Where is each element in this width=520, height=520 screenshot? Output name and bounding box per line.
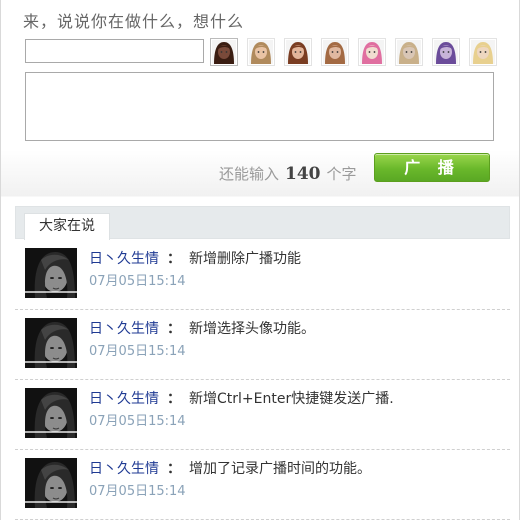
feed-tab-bar: 大家在说: [15, 206, 510, 240]
user-avatar[interactable]: [25, 388, 77, 438]
avatar-option-3[interactable]: [284, 38, 312, 66]
feed-message: 新增删除广播功能: [189, 251, 301, 267]
portrait-icon: [286, 40, 310, 64]
message-textarea[interactable]: [25, 72, 494, 141]
portrait-icon: [25, 388, 77, 438]
feed-separator: ：: [167, 321, 181, 337]
avatar-option-2[interactable]: [247, 38, 275, 66]
user-avatar[interactable]: [25, 248, 77, 298]
feed-timestamp: 07月05日15:14: [89, 484, 186, 499]
feed-item: 日丶久生情 ： 新增删除广播功能 07月05日15:14: [15, 240, 510, 310]
feed-list: 日丶久生情：新增删除广播功能 07月05日15:14 日丶久生情：新增选择头像功能。…: [15, 240, 510, 520]
user-avatar[interactable]: [25, 318, 77, 368]
counter-prefix: 还能输入: [219, 165, 280, 183]
feed-line: 日丶久生情 ： 新增删除广播功能: [89, 248, 301, 268]
name-input[interactable]: [25, 39, 204, 63]
feed-username[interactable]: 日丶久生情: [89, 251, 159, 267]
portrait-icon: [360, 40, 384, 64]
feed-separator: ：: [167, 391, 181, 407]
feed-timestamp: 07月05日15:14: [89, 274, 186, 289]
avatar-option-8[interactable]: [469, 38, 497, 66]
counter-value: 140: [285, 164, 321, 184]
feed-username[interactable]: 日丶久生情: [89, 461, 159, 477]
portrait-icon: [434, 40, 458, 64]
avatar-option-6[interactable]: [395, 38, 423, 66]
counter-suffix: 个字: [326, 165, 357, 183]
portrait-icon: [471, 40, 495, 64]
compose-prompt: 来，说说你在做什么，想什么: [23, 12, 245, 31]
avatar-option-7[interactable]: [432, 38, 460, 66]
feed-item: 日丶久生情 ： 增加了记录广播时间的功能。 07月05日15:14: [15, 450, 510, 520]
feed-item: 日丶久生情 ： 新增Ctrl+Enter快捷键发送广播. 07月05日15:14: [15, 380, 510, 450]
feed-username[interactable]: 日丶久生情: [89, 321, 159, 337]
portrait-icon: [323, 40, 347, 64]
portrait-icon: [25, 248, 77, 298]
portrait-icon: [249, 40, 273, 64]
feed-message: 新增选择头像功能。: [189, 321, 315, 337]
feed-timestamp: 07月05日15:14: [89, 414, 186, 429]
avatar-option-5[interactable]: [358, 38, 386, 66]
feed-timestamp: 07月05日15:14: [89, 344, 186, 359]
tab-everyone-says[interactable]: 大家在说: [24, 213, 110, 240]
broadcast-widget: 来，说说你在做什么，想什么 还能输入 140 个字 广 播 大家在说 日丶久生情 ： 新…: [0, 0, 520, 520]
portrait-icon: [397, 40, 421, 64]
portrait-icon: [25, 318, 77, 368]
feed-message: 新增Ctrl+Enter快捷键发送广播.: [189, 391, 394, 407]
avatar-option-1[interactable]: [210, 38, 238, 66]
feed-separator: ：: [167, 251, 181, 267]
feed-username[interactable]: 日丶久生情: [89, 391, 159, 407]
feed-line: 日丶久生情 ： 增加了记录广播时间的功能。: [89, 458, 371, 478]
feed-line: 日丶久生情 ： 新增选择头像功能。: [89, 318, 315, 338]
feed-line: 日丶久生情 ： 新增Ctrl+Enter快捷键发送广播.: [89, 388, 394, 408]
char-counter: 还能输入 140 个字: [219, 163, 357, 184]
feed-separator: ：: [167, 461, 181, 477]
feed-message: 增加了记录广播时间的功能。: [189, 461, 371, 477]
portrait-icon: [212, 40, 236, 64]
avatar-option-4[interactable]: [321, 38, 349, 66]
user-avatar[interactable]: [25, 458, 77, 508]
feed-item: 日丶久生情 ： 新增选择头像功能。 07月05日15:14: [15, 310, 510, 380]
portrait-icon: [25, 458, 77, 508]
broadcast-button[interactable]: 广 播: [374, 153, 490, 182]
